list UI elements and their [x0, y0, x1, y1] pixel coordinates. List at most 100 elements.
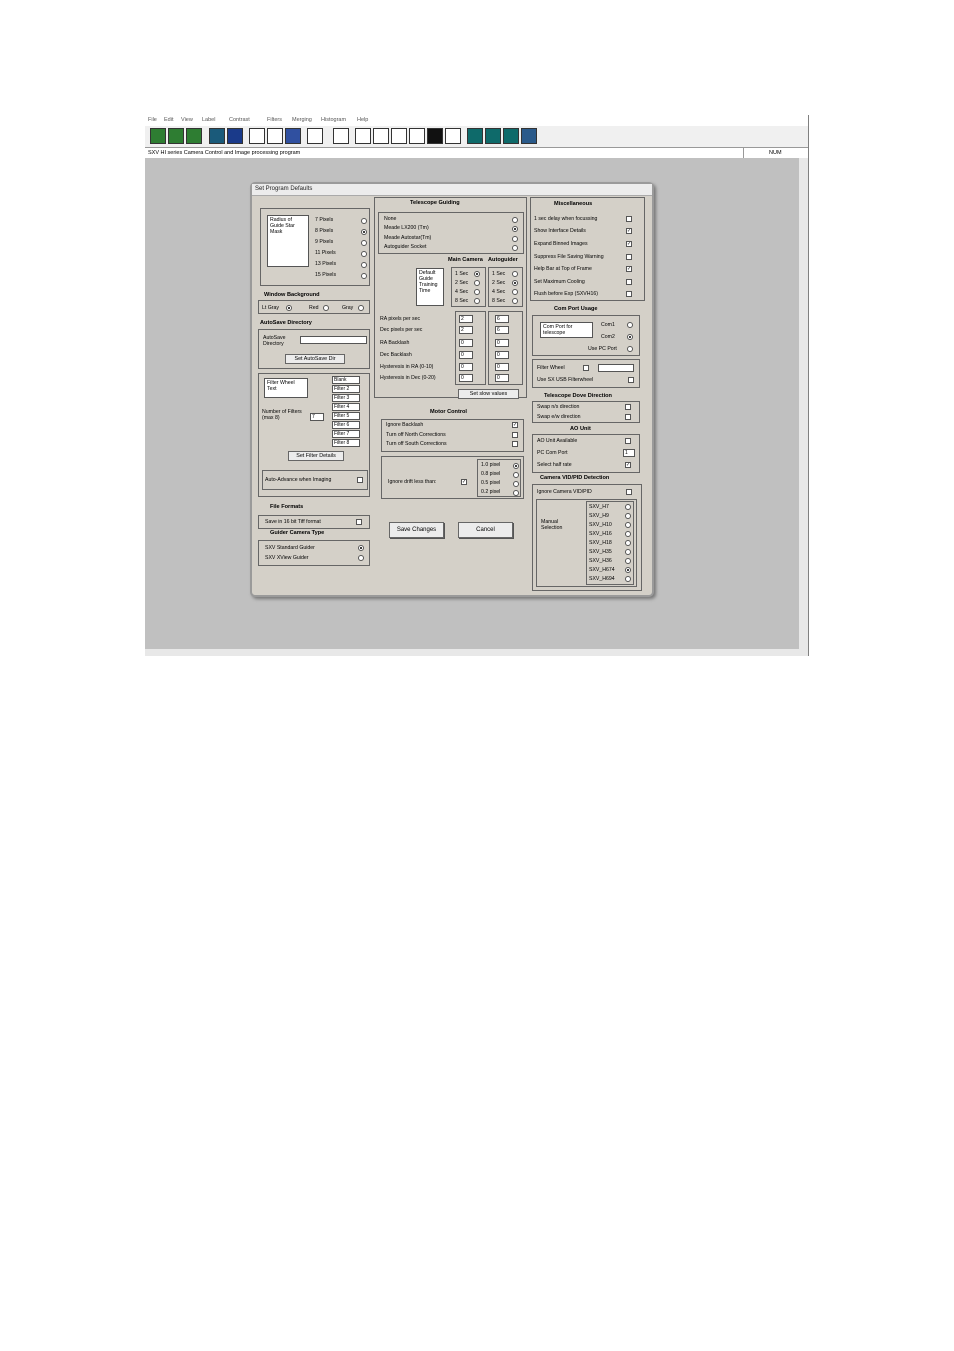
radius-9-radio[interactable] — [361, 240, 367, 246]
main-8sec-radio[interactable] — [474, 298, 480, 304]
menu-contrast[interactable]: Contrast — [229, 117, 250, 123]
hyst-ra-main-field[interactable]: 0 — [459, 363, 473, 371]
pc-com-field[interactable]: 1 — [623, 449, 635, 457]
auto-1sec-radio[interactable] — [512, 271, 518, 277]
filter-name-field-8[interactable]: Filter 8 — [332, 439, 360, 447]
overlay-2-icon[interactable] — [267, 128, 283, 144]
histogram-4-icon[interactable] — [409, 128, 425, 144]
radius-15-radio[interactable] — [361, 273, 367, 279]
auto-advance-checkbox[interactable] — [357, 477, 363, 483]
menu-help[interactable]: Help — [357, 117, 368, 123]
cancel-button[interactable]: Cancel — [458, 522, 513, 538]
guider-xview-radio[interactable] — [358, 555, 364, 561]
drift-checkbox[interactable]: ✓ — [461, 479, 467, 485]
guiding-autostar-radio[interactable] — [512, 236, 518, 242]
misc-cooling-checkbox[interactable] — [626, 279, 632, 285]
model-h18-radio[interactable] — [625, 540, 631, 546]
misc-helpbar-checkbox[interactable]: ✓ — [626, 266, 632, 272]
model-h10-radio[interactable] — [625, 522, 631, 528]
auto-4sec-radio[interactable] — [512, 289, 518, 295]
filter-name-field-3[interactable]: Filter 3 — [332, 394, 360, 402]
save-green-icon[interactable] — [168, 128, 184, 144]
window-icon[interactable] — [227, 128, 243, 144]
menu-edit[interactable]: Edit — [164, 117, 173, 123]
ra-pps-main-field[interactable]: 2 — [459, 315, 473, 323]
pc-port-radio[interactable] — [627, 346, 633, 352]
histogram-5-icon[interactable] — [445, 128, 461, 144]
guiding-none-radio[interactable] — [512, 217, 518, 223]
main-4sec-radio[interactable] — [474, 289, 480, 295]
hyst-ra-auto-field[interactable]: 0 — [495, 363, 509, 371]
ignore-backlash-checkbox[interactable]: ✓ — [512, 422, 518, 428]
drift-1-radio[interactable] — [513, 463, 519, 469]
filter-name-field-4[interactable]: Filter 4 — [332, 403, 360, 411]
filter-name-field-7[interactable]: Filter 7 — [332, 430, 360, 438]
drift-05-radio[interactable] — [513, 481, 519, 487]
view-1-icon[interactable] — [467, 128, 483, 144]
menu-filters[interactable]: Filters — [267, 117, 282, 123]
set-filter-details-button[interactable]: Set Filter Details — [288, 451, 344, 461]
ra-backlash-main-field[interactable]: 0 — [459, 339, 473, 347]
text-tool-icon[interactable] — [307, 128, 323, 144]
guiding-lx200-radio[interactable] — [512, 226, 518, 232]
com2-radio[interactable] — [627, 334, 633, 340]
filter-name-field-5[interactable]: Filter 5 — [332, 412, 360, 420]
horizontal-scrollbar[interactable] — [145, 649, 808, 656]
filter-wheel-checkbox[interactable] — [583, 365, 589, 371]
half-rate-checkbox[interactable]: ✓ — [625, 462, 631, 468]
hyst-dec-main-field[interactable]: 0 — [459, 374, 473, 382]
model-h35-radio[interactable] — [625, 549, 631, 555]
radius-13-radio[interactable] — [361, 262, 367, 268]
save-changes-button[interactable]: Save Changes — [389, 522, 444, 538]
ignore-vid-checkbox[interactable] — [626, 489, 632, 495]
misc-flush-checkbox[interactable] — [626, 291, 632, 297]
camera-link-icon[interactable] — [209, 128, 225, 144]
diagonal-tool-icon[interactable] — [285, 128, 301, 144]
filter-name-field-2[interactable]: Filter 2 — [332, 385, 360, 393]
auto-2sec-radio[interactable] — [512, 280, 518, 286]
guider-standard-radio[interactable] — [358, 545, 364, 551]
filter-name-field-1[interactable]: Blank — [332, 376, 360, 384]
misc-interface-checkbox[interactable]: ✓ — [626, 228, 632, 234]
drift-08-radio[interactable] — [513, 472, 519, 478]
misc-binned-checkbox[interactable]: ✓ — [626, 241, 632, 247]
guiding-socket-radio[interactable] — [512, 245, 518, 251]
histogram-1-icon[interactable] — [355, 128, 371, 144]
view-2-icon[interactable] — [485, 128, 501, 144]
bg-gray-radio[interactable] — [358, 305, 364, 311]
north-off-checkbox[interactable] — [512, 432, 518, 438]
model-h16-radio[interactable] — [625, 531, 631, 537]
model-h9-radio[interactable] — [625, 513, 631, 519]
menu-label[interactable]: Label — [202, 117, 215, 123]
filter-name-field-6[interactable]: Filter 6 — [332, 421, 360, 429]
menu-file[interactable]: File — [148, 117, 157, 123]
menu-view[interactable]: View — [181, 117, 193, 123]
south-off-checkbox[interactable] — [512, 441, 518, 447]
misc-focus-delay-checkbox[interactable] — [626, 216, 632, 222]
histogram-3-icon[interactable] — [391, 128, 407, 144]
ao-available-checkbox[interactable] — [625, 438, 631, 444]
bg-red-radio[interactable] — [323, 305, 329, 311]
overlay-icon[interactable] — [249, 128, 265, 144]
set-slow-values-button[interactable]: Set slow values — [458, 389, 519, 399]
save16-checkbox[interactable] — [356, 519, 362, 525]
main-1sec-radio[interactable] — [474, 271, 480, 277]
dec-pps-main-field[interactable]: 2 — [459, 326, 473, 334]
view-3-icon[interactable] — [503, 128, 519, 144]
ra-backlash-auto-field[interactable]: 0 — [495, 339, 509, 347]
radius-8-radio[interactable] — [361, 229, 367, 235]
model-h7-radio[interactable] — [625, 504, 631, 510]
menu-merging[interactable]: Merging — [292, 117, 312, 123]
swap-ns-checkbox[interactable] — [625, 404, 631, 410]
dec-backlash-auto-field[interactable]: 0 — [495, 351, 509, 359]
calculator-icon[interactable] — [333, 128, 349, 144]
set-autosave-dir-button[interactable]: Set AutoSave Dir — [285, 354, 345, 364]
drift-02-radio[interactable] — [513, 490, 519, 496]
model-h674-radio[interactable] — [625, 567, 631, 573]
radius-7-radio[interactable] — [361, 218, 367, 224]
bg-ltgray-radio[interactable] — [286, 305, 292, 311]
histogram-2-icon[interactable] — [373, 128, 389, 144]
misc-suppress-checkbox[interactable] — [626, 254, 632, 260]
model-h694-radio[interactable] — [625, 576, 631, 582]
reopen-green-icon[interactable] — [186, 128, 202, 144]
